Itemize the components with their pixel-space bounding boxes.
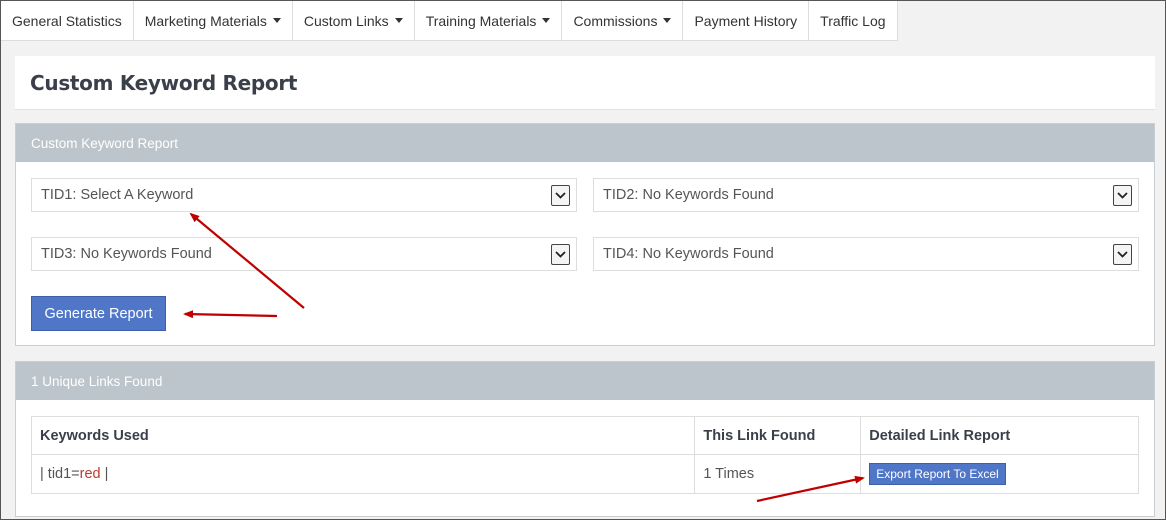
caret-down-icon [663, 18, 672, 23]
panel-heading: Custom Keyword Report [16, 124, 1154, 162]
tab-marketing-materials[interactable]: Marketing Materials [133, 1, 293, 41]
generate-report-button[interactable]: Generate Report [31, 296, 166, 331]
tab-commissions[interactable]: Commissions [562, 1, 684, 41]
tab-payment-history[interactable]: Payment History [683, 1, 810, 41]
keyword-value: red [79, 466, 101, 482]
tab-custom-links[interactable]: Custom Links [292, 1, 415, 41]
column-header-keywords: Keywords Used [30, 416, 696, 455]
tab-label: Payment History [694, 12, 798, 29]
tab-label: General Statistics [12, 12, 122, 29]
tab-general-statistics[interactable]: General Statistics [1, 1, 134, 41]
caret-down-icon [394, 18, 403, 23]
tid4-select[interactable]: TID4: No Keywords Found [593, 237, 1139, 271]
found-count-cell: 1 Times [694, 454, 862, 494]
tab-label: Commissions [573, 12, 658, 29]
tab-label: Marketing Materials [144, 12, 267, 29]
page-title-box: Custom Keyword Report [15, 56, 1155, 110]
tid2-value: TID2: No Keywords Found [603, 187, 774, 203]
report-cell: Export Report To Excel [860, 454, 1139, 494]
chevron-down-icon[interactable] [1113, 244, 1132, 265]
keyword-filter-panel: Custom Keyword Report TID1: Select A Key… [15, 123, 1155, 346]
table-row: | tid1=red | 1 Times Export Report To Ex… [30, 454, 1139, 494]
caret-down-icon [272, 18, 281, 23]
results-panel: 1 Unique Links Found Keywords Used This … [15, 361, 1155, 517]
tid3-value: TID3: No Keywords Found [41, 246, 212, 262]
tab-label: Training Materials [425, 12, 537, 29]
column-header-found: This Link Found [694, 416, 862, 455]
chevron-down-icon[interactable] [1113, 185, 1132, 206]
keyword-prefix: | tid1= [40, 466, 80, 482]
tid1-value: TID1: Select A Keyword [41, 187, 194, 203]
table-header-row: Keywords Used This Link Found Detailed L… [30, 416, 1139, 455]
tid4-value: TID4: No Keywords Found [603, 246, 774, 262]
column-header-report: Detailed Link Report [860, 416, 1139, 455]
chevron-down-icon[interactable] [551, 244, 570, 265]
tid3-select[interactable]: TID3: No Keywords Found [31, 237, 577, 271]
export-excel-button[interactable]: Export Report To Excel [869, 463, 1006, 485]
results-heading: 1 Unique Links Found [16, 362, 1154, 400]
tab-traffic-log[interactable]: Traffic Log [809, 1, 898, 41]
keywords-cell: | tid1=red | [30, 454, 696, 494]
tab-training-materials[interactable]: Training Materials [414, 1, 563, 41]
keyword-suffix: | [100, 466, 109, 482]
results-table: Keywords Used This Link Found Detailed L… [30, 416, 1139, 494]
chevron-down-icon[interactable] [551, 185, 570, 206]
page-title: Custom Keyword Report [30, 71, 298, 95]
tid2-select[interactable]: TID2: No Keywords Found [593, 178, 1139, 212]
tab-label: Custom Links [303, 12, 389, 29]
caret-down-icon [542, 18, 551, 23]
tab-label: Traffic Log [820, 12, 886, 29]
top-nav: General Statistics Marketing Materials C… [1, 1, 898, 41]
tid1-select[interactable]: TID1: Select A Keyword [31, 178, 577, 212]
